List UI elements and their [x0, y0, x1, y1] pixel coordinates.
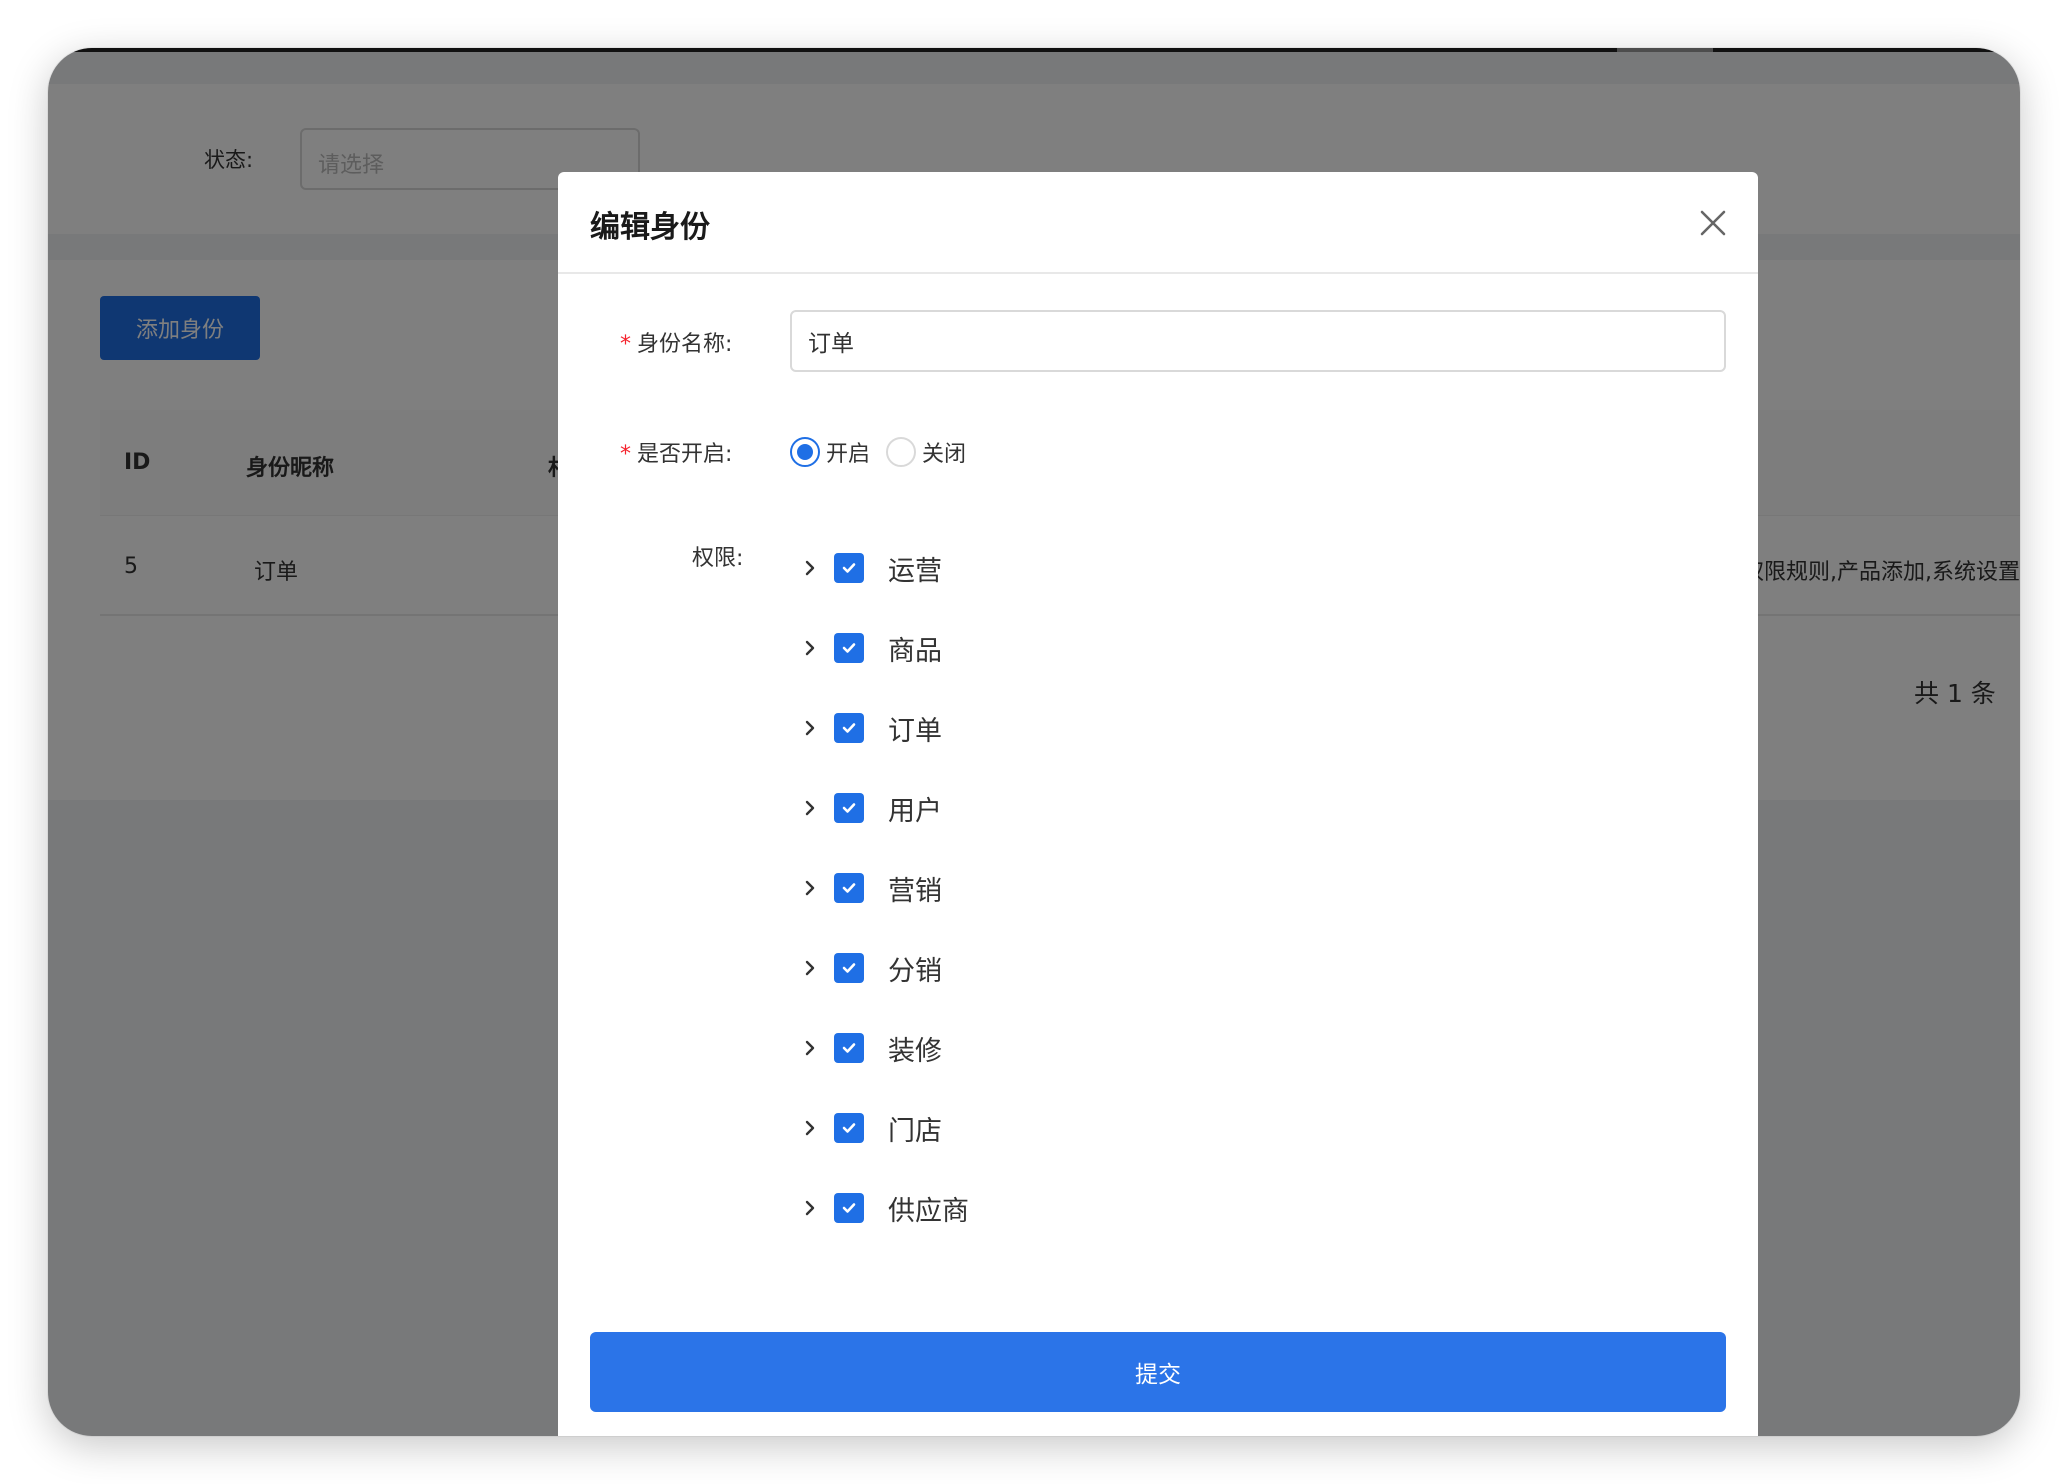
tree-checkbox[interactable]	[834, 713, 864, 743]
radio-enable[interactable]: 开启	[790, 436, 870, 468]
required-mark: *	[620, 442, 631, 467]
radio-enable-dot[interactable]	[790, 437, 820, 467]
chevron-right-icon[interactable]	[790, 1188, 830, 1228]
radio-disable-label: 关闭	[922, 442, 967, 467]
radio-disable-dot[interactable]	[886, 437, 917, 467]
chevron-right-icon[interactable]	[790, 948, 830, 988]
identity-name-input[interactable]	[790, 310, 1726, 372]
tree-node[interactable]: 装修	[790, 1008, 1726, 1088]
tree-node[interactable]: 运营	[790, 528, 1726, 608]
chevron-right-icon[interactable]	[790, 788, 830, 828]
permissions-label: 权限:	[692, 546, 744, 571]
tree-node-label: 供应商	[888, 1195, 969, 1227]
tree-node[interactable]: 用户	[790, 768, 1726, 848]
close-icon[interactable]	[1696, 206, 1730, 240]
chevron-right-icon[interactable]	[790, 868, 830, 908]
edit-identity-modal: 编辑身份 *身份名称: *是否开启: 开启 关闭 权限: 运营商品订单用户营销分…	[558, 172, 1758, 1436]
tree-node-label: 装修	[888, 1035, 942, 1067]
app-window: 状态: 请选择 添加身份 ID 身份昵称 村 5 订单 表,权限规则,产品添加,…	[48, 48, 2020, 1436]
tree-checkbox[interactable]	[834, 1033, 864, 1063]
tree-node[interactable]: 门店	[790, 1088, 1726, 1168]
modal-title: 编辑身份	[590, 210, 710, 245]
chevron-right-icon[interactable]	[790, 1028, 830, 1068]
tree-checkbox[interactable]	[834, 793, 864, 823]
chevron-right-icon[interactable]	[790, 628, 830, 668]
tree-node-label: 用户	[888, 795, 942, 827]
tree-checkbox[interactable]	[834, 953, 864, 983]
tree-checkbox[interactable]	[834, 633, 864, 663]
radio-disable[interactable]: 关闭	[886, 436, 966, 468]
submit-button[interactable]: 提交	[590, 1332, 1726, 1412]
enabled-label: * 是否开启:	[620, 442, 733, 467]
enabled-radio-group: 开启 关闭	[790, 434, 982, 470]
tree-node[interactable]: 商品	[790, 608, 1726, 688]
tree-node-label: 商品	[888, 635, 942, 667]
tree-node[interactable]: 营销	[790, 848, 1726, 928]
permission-tree: 运营商品订单用户营销分销装修门店供应商财务	[790, 528, 1726, 1258]
identity-name-label: * 身份名称:	[620, 332, 733, 357]
radio-enable-label: 开启	[826, 442, 871, 467]
tree-checkbox[interactable]	[834, 1193, 864, 1223]
tree-node-label: 分销	[888, 955, 942, 987]
tree-node-label: 运营	[888, 555, 942, 587]
tree-node[interactable]: 分销	[790, 928, 1726, 1008]
tree-node-label: 订单	[888, 715, 942, 747]
chevron-right-icon[interactable]	[790, 708, 830, 748]
tree-node-label: 营销	[888, 875, 942, 907]
modal-header: 编辑身份	[558, 172, 1758, 274]
tree-node[interactable]: 财务	[790, 1248, 1726, 1258]
tree-checkbox[interactable]	[834, 553, 864, 583]
tree-node[interactable]: 订单	[790, 688, 1726, 768]
tree-checkbox[interactable]	[834, 873, 864, 903]
chevron-right-icon[interactable]	[790, 1108, 830, 1148]
chevron-right-icon[interactable]	[790, 548, 830, 588]
required-mark: *	[620, 332, 631, 357]
tree-node-label: 门店	[888, 1115, 942, 1147]
tree-node[interactable]: 供应商	[790, 1168, 1726, 1248]
tree-checkbox[interactable]	[834, 1113, 864, 1143]
